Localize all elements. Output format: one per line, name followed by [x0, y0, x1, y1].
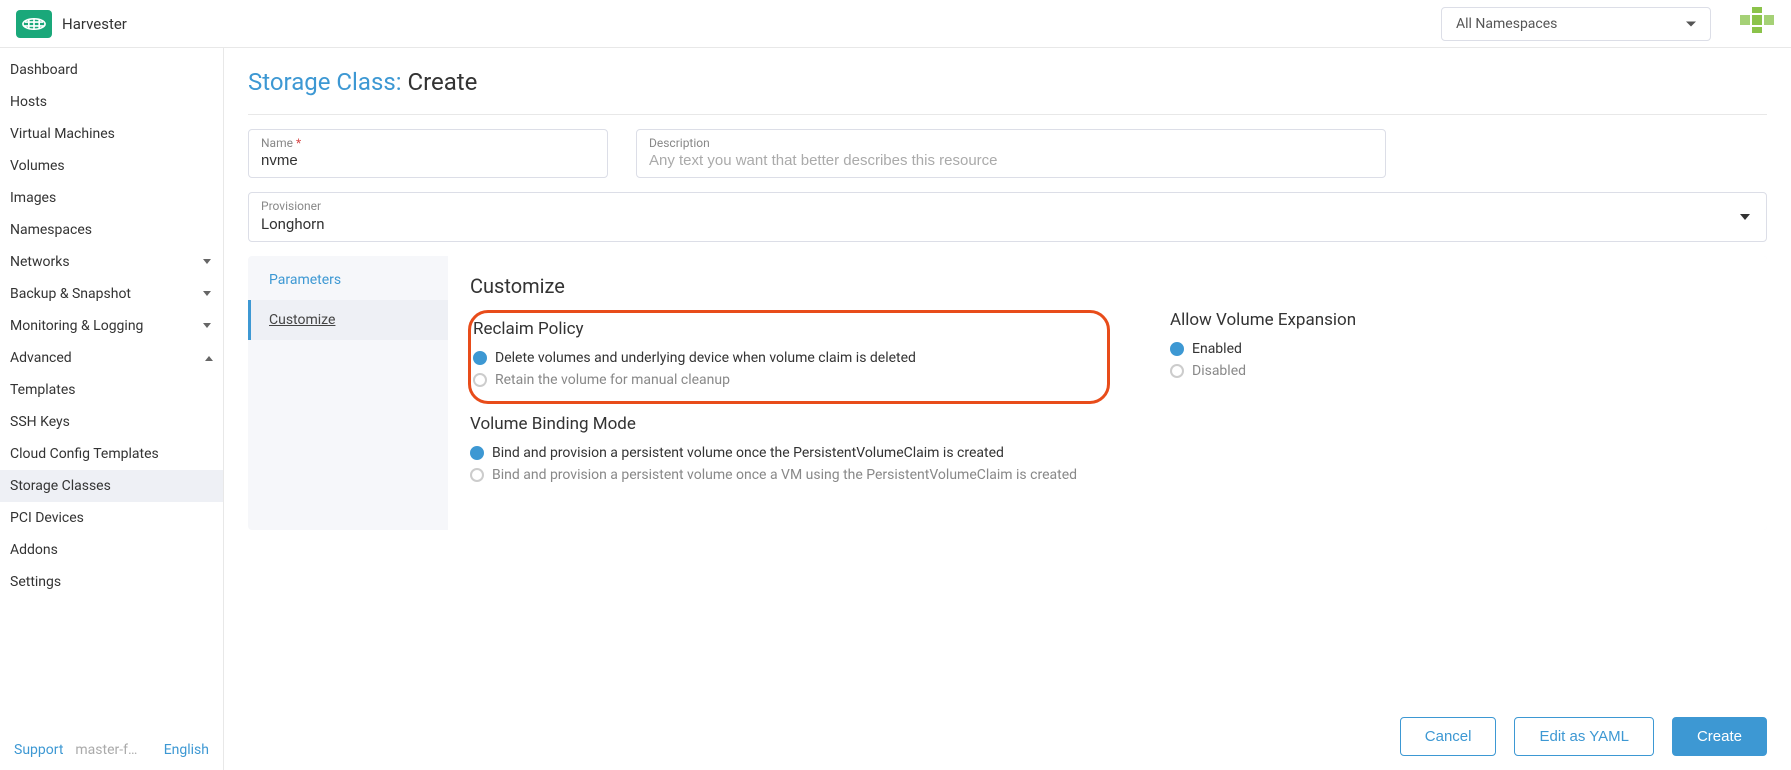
radio-icon [1170, 364, 1184, 378]
breadcrumb[interactable]: Storage Class: [248, 68, 402, 96]
config-panel: Parameters Customize Customize Reclaim P… [248, 256, 1767, 530]
sidebar-item-dashboard[interactable]: Dashboard [0, 54, 223, 86]
description-label: Description [649, 136, 1373, 150]
sidebar-item-volumes[interactable]: Volumes [0, 150, 223, 182]
expansion-option-label: Enabled [1192, 341, 1242, 357]
reclaim-options: Delete volumes and underlying device whe… [471, 347, 1095, 391]
main-pane: Storage Class: Create Name * Description [224, 48, 1791, 770]
reclaim-option[interactable]: Retain the volume for manual cleanup [473, 369, 1095, 391]
namespace-selector[interactable]: All Namespaces [1441, 7, 1711, 41]
harvester-logo-icon [16, 10, 52, 38]
sidebar-item-backup-snapshot[interactable]: Backup & Snapshot [0, 278, 223, 310]
reclaim-option[interactable]: Delete volumes and underlying device whe… [473, 347, 1095, 369]
sidebar-item-addons[interactable]: Addons [0, 534, 223, 566]
description-field[interactable]: Description [636, 129, 1386, 178]
create-button[interactable]: Create [1672, 717, 1767, 756]
sidebar-item-images[interactable]: Images [0, 182, 223, 214]
sidebar-item-label: Settings [10, 574, 61, 590]
sidebar-item-label: Images [10, 190, 56, 206]
binding-option[interactable]: Bind and provision a persistent volume o… [470, 442, 1110, 464]
binding-option-label: Bind and provision a persistent volume o… [492, 445, 1004, 461]
binding-options: Bind and provision a persistent volume o… [470, 442, 1110, 486]
radio-icon [473, 351, 487, 365]
nav-list: Dashboard Hosts Virtual Machines Volumes Ima… [0, 54, 223, 730]
sidebar-item-label: Dashboard [10, 62, 78, 78]
page-title: Storage Class: Create [248, 68, 1767, 96]
tab-customize[interactable]: Customize [248, 300, 448, 340]
panel-body: Customize Reclaim Policy Delete volumes … [448, 256, 1767, 530]
sidebar-item-monitoring-logging[interactable]: Monitoring & Logging [0, 310, 223, 342]
sidebar-item-namespaces[interactable]: Namespaces [0, 214, 223, 246]
sidebar-item-label: Namespaces [10, 222, 92, 238]
reclaim-policy-title: Reclaim Policy [471, 319, 1095, 339]
sidebar-item-label: Volumes [10, 158, 65, 174]
sidebar-item-cloud-config-templates[interactable]: Cloud Config Templates [0, 438, 223, 470]
action-bar: Cancel Edit as YAML Create [224, 703, 1791, 770]
edit-yaml-button[interactable]: Edit as YAML [1514, 717, 1654, 756]
sidebar-item-label: PCI Devices [10, 510, 84, 526]
divider [248, 114, 1767, 115]
binding-option-label: Bind and provision a persistent volume o… [492, 467, 1077, 483]
chevron-down-icon [203, 289, 213, 299]
sidebar-item-virtual-machines[interactable]: Virtual Machines [0, 118, 223, 150]
provisioner-label: Provisioner [261, 199, 1754, 213]
name-input[interactable] [261, 150, 595, 169]
namespace-selector-value: All Namespaces [1456, 16, 1557, 32]
chevron-down-icon [203, 353, 213, 363]
sidebar-item-label: Hosts [10, 94, 47, 110]
name-label: Name * [261, 136, 595, 150]
sidebar-item-templates[interactable]: Templates [0, 374, 223, 406]
reclaim-option-label: Retain the volume for manual cleanup [495, 372, 730, 388]
radio-icon [470, 446, 484, 460]
binding-option[interactable]: Bind and provision a persistent volume o… [470, 464, 1110, 486]
radio-icon [470, 468, 484, 482]
volume-expansion-title: Allow Volume Expansion [1170, 310, 1356, 330]
user-avatar[interactable] [1739, 6, 1775, 42]
binding-mode-title: Volume Binding Mode [470, 414, 1110, 434]
sidebar-footer: Support master-f… English [0, 730, 223, 770]
sidebar-item-settings[interactable]: Settings [0, 566, 223, 598]
cancel-button[interactable]: Cancel [1400, 717, 1497, 756]
version-label: master-f… [75, 742, 151, 758]
name-field[interactable]: Name * [248, 129, 608, 178]
chevron-down-icon [203, 257, 213, 267]
language-link[interactable]: English [164, 742, 209, 758]
sidebar-item-storage-classes[interactable]: Storage Classes [0, 470, 223, 502]
sidebar-item-label: Monitoring & Logging [10, 318, 143, 334]
sidebar-item-label: Addons [10, 542, 58, 558]
radio-icon [473, 373, 487, 387]
expansion-option[interactable]: Enabled [1170, 338, 1356, 360]
sidebar-item-label: Storage Classes [10, 478, 111, 494]
sidebar-item-advanced[interactable]: Advanced [0, 342, 223, 374]
brand-title: Harvester [62, 15, 127, 33]
sidebar-item-label: Templates [10, 382, 76, 398]
support-link[interactable]: Support [14, 742, 63, 758]
reclaim-policy-highlight: Reclaim Policy Delete volumes and underl… [468, 310, 1110, 404]
provisioner-select[interactable]: Provisioner Longhorn [248, 192, 1767, 242]
provisioner-value: Longhorn [261, 213, 1754, 233]
sidebar-item-networks[interactable]: Networks [0, 246, 223, 278]
sidebar-item-label: Advanced [10, 350, 72, 366]
top-header: Harvester All Namespaces [0, 0, 1791, 48]
tab-parameters[interactable]: Parameters [248, 260, 448, 300]
radio-icon [1170, 342, 1184, 356]
sidebar-item-label: Backup & Snapshot [10, 286, 131, 302]
page-action: Create [407, 68, 477, 96]
sidebar-item-label: Virtual Machines [10, 126, 115, 142]
expansion-option[interactable]: Disabled [1170, 360, 1356, 382]
sidebar-item-hosts[interactable]: Hosts [0, 86, 223, 118]
expansion-options: Enabled Disabled [1170, 338, 1356, 382]
sidebar-item-label: SSH Keys [10, 414, 70, 430]
description-input[interactable] [649, 150, 1373, 169]
sidebar: Dashboard Hosts Virtual Machines Volumes Ima… [0, 48, 224, 770]
reclaim-option-label: Delete volumes and underlying device whe… [495, 350, 916, 366]
chevron-down-icon [203, 321, 213, 331]
sidebar-item-pci-devices[interactable]: PCI Devices [0, 502, 223, 534]
sidebar-item-label: Cloud Config Templates [10, 446, 159, 462]
sidebar-item-label: Networks [10, 254, 70, 270]
expansion-option-label: Disabled [1192, 363, 1246, 379]
customize-heading: Customize [470, 274, 1745, 298]
sidebar-item-ssh-keys[interactable]: SSH Keys [0, 406, 223, 438]
panel-tabs: Parameters Customize [248, 256, 448, 530]
